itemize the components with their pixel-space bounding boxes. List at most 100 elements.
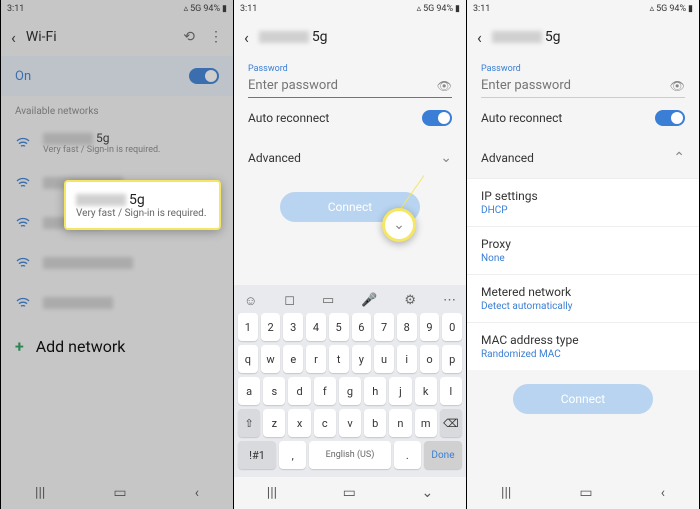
nav-home-icon[interactable]: ▭ bbox=[343, 485, 356, 501]
auto-reconnect-toggle[interactable] bbox=[422, 110, 452, 126]
comma-key[interactable]: , bbox=[279, 441, 306, 469]
password-input[interactable] bbox=[248, 78, 437, 93]
connect-button[interactable]: Connect bbox=[513, 384, 653, 414]
key-a[interactable]: a bbox=[238, 377, 260, 405]
key-m[interactable]: m bbox=[415, 409, 437, 437]
shift-key[interactable]: ⇧ bbox=[238, 409, 260, 437]
nav-back-icon[interactable]: ‹ bbox=[195, 485, 199, 501]
key-b[interactable]: b bbox=[364, 409, 386, 437]
key-2[interactable]: 2 bbox=[261, 313, 281, 341]
sticker-icon[interactable]: ◻ bbox=[284, 293, 295, 309]
key-q[interactable]: q bbox=[238, 345, 258, 373]
key-y[interactable]: y bbox=[352, 345, 372, 373]
key-r[interactable]: r bbox=[306, 345, 326, 373]
gear-icon[interactable]: ⚙ bbox=[404, 293, 416, 309]
network-name: 5g bbox=[43, 131, 219, 145]
signal-label: 5G bbox=[190, 4, 201, 14]
ip-settings-row[interactable]: IP settings DHCP bbox=[467, 178, 699, 226]
key-f[interactable]: f bbox=[314, 377, 336, 405]
key-8[interactable]: 8 bbox=[397, 313, 417, 341]
back-icon[interactable]: ‹ bbox=[477, 28, 482, 47]
auto-reconnect-row[interactable]: Auto reconnect bbox=[467, 98, 699, 138]
network-row[interactable] bbox=[1, 243, 233, 283]
chevron-down-icon: ⌄ bbox=[393, 217, 405, 233]
password-input[interactable] bbox=[481, 78, 670, 93]
nav-recent-icon[interactable]: ||| bbox=[267, 485, 277, 501]
done-key[interactable]: Done bbox=[424, 441, 462, 469]
emoji-icon[interactable]: ☺ bbox=[244, 293, 257, 309]
more-icon[interactable]: ⋯ bbox=[443, 293, 456, 309]
key-g[interactable]: g bbox=[339, 377, 361, 405]
symbols-key[interactable]: !#1 bbox=[238, 441, 276, 469]
key-l[interactable]: l bbox=[440, 377, 462, 405]
mic-icon[interactable]: 🎤 bbox=[361, 293, 377, 309]
key-n[interactable]: n bbox=[389, 409, 411, 437]
metered-row[interactable]: Metered network Detect automatically bbox=[467, 274, 699, 322]
header: ‹ 5g bbox=[234, 18, 466, 56]
key-z[interactable]: z bbox=[263, 409, 285, 437]
key-4[interactable]: 4 bbox=[306, 313, 326, 341]
advanced-row[interactable]: Advanced ⌃ bbox=[467, 138, 699, 178]
key-c[interactable]: c bbox=[314, 409, 336, 437]
keyboard-toolbar: ☺ ◻ ▭ 🎤 ⚙ ⋯ bbox=[238, 289, 462, 313]
key-k[interactable]: k bbox=[415, 377, 437, 405]
scan-icon[interactable]: ⟲ bbox=[183, 29, 195, 45]
key-9[interactable]: 9 bbox=[420, 313, 440, 341]
key-v[interactable]: v bbox=[339, 409, 361, 437]
advanced-row[interactable]: Advanced ⌄ bbox=[234, 138, 466, 178]
key-1[interactable]: 1 bbox=[238, 313, 258, 341]
nav-bar: ||| ▭ ‹ bbox=[467, 477, 699, 509]
key-0[interactable]: 0 bbox=[442, 313, 462, 341]
nav-back-icon[interactable]: ‹ bbox=[661, 485, 665, 501]
key-5[interactable]: 5 bbox=[329, 313, 349, 341]
key-s[interactable]: s bbox=[263, 377, 285, 405]
auto-reconnect-toggle[interactable] bbox=[655, 110, 685, 126]
back-icon[interactable]: ‹ bbox=[11, 28, 16, 47]
wifi-master-toggle-row[interactable]: On bbox=[1, 56, 233, 96]
status-bar: 3:11 ▵5G94%▮ bbox=[234, 0, 466, 18]
key-3[interactable]: 3 bbox=[283, 313, 303, 341]
mac-row[interactable]: MAC address type Randomized MAC bbox=[467, 322, 699, 370]
nav-recent-icon[interactable]: ||| bbox=[35, 485, 45, 501]
nav-home-icon[interactable]: ▭ bbox=[579, 485, 592, 501]
gif-icon[interactable]: ▭ bbox=[322, 293, 334, 309]
network-row[interactable]: 5g Very fast / Sign-in is required. bbox=[1, 123, 233, 163]
visibility-toggle-icon[interactable]: 👁 bbox=[670, 79, 685, 93]
key-p[interactable]: p bbox=[442, 345, 462, 373]
backspace-key[interactable]: ⌫ bbox=[440, 409, 462, 437]
key-t[interactable]: t bbox=[329, 345, 349, 373]
key-u[interactable]: u bbox=[374, 345, 394, 373]
add-network-label: Add network bbox=[36, 337, 126, 356]
key-o[interactable]: o bbox=[420, 345, 440, 373]
key-x[interactable]: x bbox=[288, 409, 310, 437]
plus-icon: + bbox=[15, 337, 24, 356]
nav-recent-icon[interactable]: ||| bbox=[501, 485, 511, 501]
period-key[interactable]: . bbox=[394, 441, 421, 469]
signal-icon: ▵ bbox=[184, 4, 189, 14]
network-row[interactable] bbox=[1, 283, 233, 323]
screen-password-entry: 3:11 ▵5G94%▮ ‹ 5g Password 👁 Auto reconn… bbox=[233, 0, 466, 509]
back-icon[interactable]: ‹ bbox=[244, 28, 249, 47]
nav-bar: ||| ▭ ‹ bbox=[1, 477, 233, 509]
key-6[interactable]: 6 bbox=[352, 313, 372, 341]
key-j[interactable]: j bbox=[389, 377, 411, 405]
visibility-toggle-icon[interactable]: 👁 bbox=[437, 79, 452, 93]
key-i[interactable]: i bbox=[397, 345, 417, 373]
space-key[interactable]: English (US) bbox=[309, 441, 391, 469]
key-h[interactable]: h bbox=[364, 377, 386, 405]
nav-home-icon[interactable]: ▭ bbox=[113, 485, 126, 501]
status-time: 3:11 bbox=[7, 4, 24, 14]
key-w[interactable]: w bbox=[261, 345, 281, 373]
wifi-toggle[interactable] bbox=[189, 68, 219, 84]
nav-collapse-icon[interactable]: ⌄ bbox=[421, 485, 433, 501]
nav-bar: ||| ▭ ⌄ bbox=[234, 477, 466, 509]
key-d[interactable]: d bbox=[288, 377, 310, 405]
add-network-row[interactable]: + Add network bbox=[1, 323, 233, 370]
callout-sub: Very fast / Sign-in is required. bbox=[76, 208, 209, 219]
proxy-row[interactable]: Proxy None bbox=[467, 226, 699, 274]
key-7[interactable]: 7 bbox=[374, 313, 394, 341]
more-icon[interactable]: ⋮ bbox=[209, 29, 223, 45]
key-e[interactable]: e bbox=[283, 345, 303, 373]
network-name-redacted bbox=[43, 297, 113, 309]
auto-reconnect-row[interactable]: Auto reconnect bbox=[234, 98, 466, 138]
